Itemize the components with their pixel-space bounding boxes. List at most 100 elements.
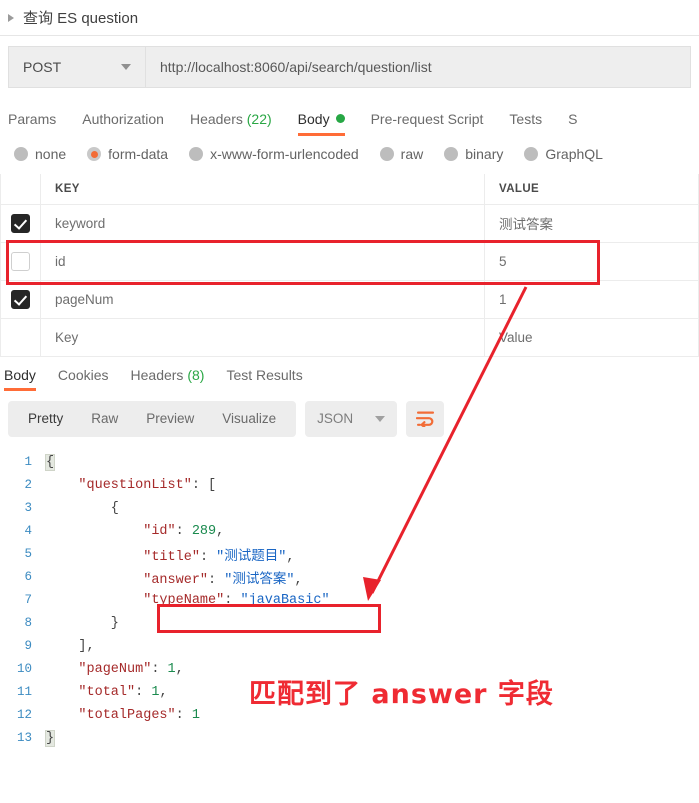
body-type-x-www-form-urlencoded[interactable]: x-www-form-urlencoded (189, 146, 359, 162)
json-code[interactable]: "id": 289, (46, 524, 224, 539)
json-code[interactable]: "answer": "测试答案", (46, 567, 302, 588)
json-code[interactable]: { (46, 501, 119, 516)
format-selector[interactable]: JSON (305, 400, 398, 437)
json-token: 1 (191, 707, 200, 723)
row-value-placeholder[interactable]: Value (484, 317, 699, 357)
json-code[interactable]: "totalPages": 1 (46, 708, 200, 723)
table-row-empty[interactable]: Key Value (0, 317, 699, 357)
tab-authorization[interactable]: Authorization (82, 111, 164, 136)
view-mode-preview[interactable]: Preview (132, 411, 208, 426)
radio-icon (14, 147, 28, 161)
body-type-graphql[interactable]: GraphQL (524, 146, 603, 162)
tab-label: Authorization (82, 111, 164, 127)
url-input[interactable]: http://localhost:8060/api/search/questio… (145, 46, 691, 88)
table-row[interactable]: pageNum 1 (0, 279, 699, 319)
tab-label: Headers (189, 111, 243, 127)
row-checkbox-cell[interactable] (0, 203, 41, 243)
json-token: "totalPages" (46, 707, 176, 723)
request-tabs: Params Authorization Headers (22) Body P… (0, 100, 699, 136)
json-code[interactable]: "title": "测试题目", (46, 544, 294, 565)
row-key[interactable]: pageNum (40, 279, 485, 319)
row-value[interactable]: 测试答案 (484, 203, 699, 243)
row-key-placeholder[interactable]: Key (40, 317, 485, 357)
checkbox-unchecked-icon[interactable] (11, 251, 30, 271)
row-value[interactable]: 1 (484, 279, 699, 319)
row-value[interactable]: 5 (484, 241, 699, 281)
postman-window: 查询 ES question POST http://localhost:806… (0, 0, 699, 803)
line-number: 11 (16, 685, 32, 699)
json-code[interactable]: ], (46, 638, 95, 654)
header-value: VALUE (484, 174, 699, 205)
json-code[interactable]: { (44, 453, 56, 471)
checkbox-checked-icon[interactable] (11, 213, 30, 233)
row-checkbox-cell[interactable] (0, 279, 41, 319)
tab-pre-request-script[interactable]: Pre-request Script (371, 111, 484, 136)
table-row[interactable]: id 5 (0, 241, 699, 281)
json-code[interactable]: "pageNum": 1, (46, 661, 183, 677)
row-checkbox-cell[interactable] (0, 241, 41, 281)
json-line: 2 "questionList": [ (0, 474, 699, 497)
json-token: : (224, 592, 241, 608)
json-code[interactable]: "typeName": "javaBasic" (46, 592, 329, 608)
request-title-bar: 查询 ES question (0, 0, 699, 36)
json-line: 8 } (0, 612, 699, 635)
request-title: 查询 ES question (23, 10, 139, 27)
body-type-form-data[interactable]: form-data (87, 146, 168, 162)
response-tab-headers[interactable]: Headers (8) (131, 367, 205, 391)
json-token: "typeName" (46, 592, 225, 608)
json-code[interactable]: "total": 1, (46, 684, 167, 700)
response-tab-cookies[interactable]: Cookies (58, 367, 109, 391)
header-checkbox-cell (0, 174, 41, 205)
tab-tests[interactable]: Tests (509, 111, 542, 136)
json-token: ], (46, 638, 95, 654)
json-token: { (46, 500, 119, 516)
line-number: 12 (16, 708, 32, 722)
view-mode-pretty[interactable]: Pretty (14, 411, 77, 426)
row-key[interactable]: keyword (40, 203, 485, 243)
chevron-down-icon (375, 415, 386, 422)
json-line: 13} (0, 727, 699, 750)
json-line: 4 "id": 289, (0, 520, 699, 543)
json-token: "pageNum" (46, 661, 152, 677)
row-key[interactable]: id (40, 241, 485, 281)
radio-icon (189, 147, 204, 161)
json-token: } (46, 615, 119, 631)
json-code[interactable]: } (46, 616, 119, 631)
json-token: : (208, 572, 225, 588)
radio-icon (379, 147, 394, 161)
url-text: http://localhost:8060/api/search/questio… (160, 59, 432, 75)
view-mode-visualize[interactable]: Visualize (208, 411, 290, 426)
json-code[interactable]: "questionList": [ (46, 478, 216, 493)
wrap-text-button[interactable] (406, 400, 445, 437)
tab-body[interactable]: Body (297, 111, 345, 136)
body-type-none[interactable]: none (14, 146, 66, 162)
json-token: "id" (46, 523, 176, 539)
tab-label: Test Results (226, 366, 303, 383)
json-token: "questionList" (46, 477, 192, 493)
tab-params[interactable]: Params (8, 111, 56, 136)
response-tab-body[interactable]: Body (4, 367, 36, 391)
json-token: : (199, 549, 217, 565)
body-type-raw[interactable]: raw (379, 146, 423, 162)
view-mode-raw[interactable]: Raw (77, 411, 132, 426)
line-number: 2 (24, 478, 32, 492)
json-code[interactable]: } (44, 729, 56, 747)
tab-label: Body (297, 111, 330, 127)
response-toolbar: Pretty Raw Preview Visualize JSON (0, 391, 699, 445)
checkbox-checked-icon[interactable] (11, 289, 30, 309)
tab-label: Tests (509, 111, 543, 127)
expand-caret-icon[interactable] (8, 13, 14, 22)
tab-headers[interactable]: Headers (22) (190, 111, 272, 136)
json-token: : (151, 661, 168, 677)
line-number: 3 (24, 501, 32, 515)
response-tab-test-results[interactable]: Test Results (226, 367, 302, 391)
line-number: 6 (24, 570, 32, 584)
headers-count: (22) (246, 111, 272, 127)
json-token: : (135, 684, 152, 700)
table-row[interactable]: keyword 测试答案 (0, 203, 699, 243)
json-token: : (175, 707, 192, 723)
body-type-binary[interactable]: binary (444, 146, 503, 162)
json-token: "total" (46, 684, 136, 700)
http-method-selector[interactable]: POST (8, 46, 145, 88)
tab-settings[interactable]: S (568, 111, 577, 136)
